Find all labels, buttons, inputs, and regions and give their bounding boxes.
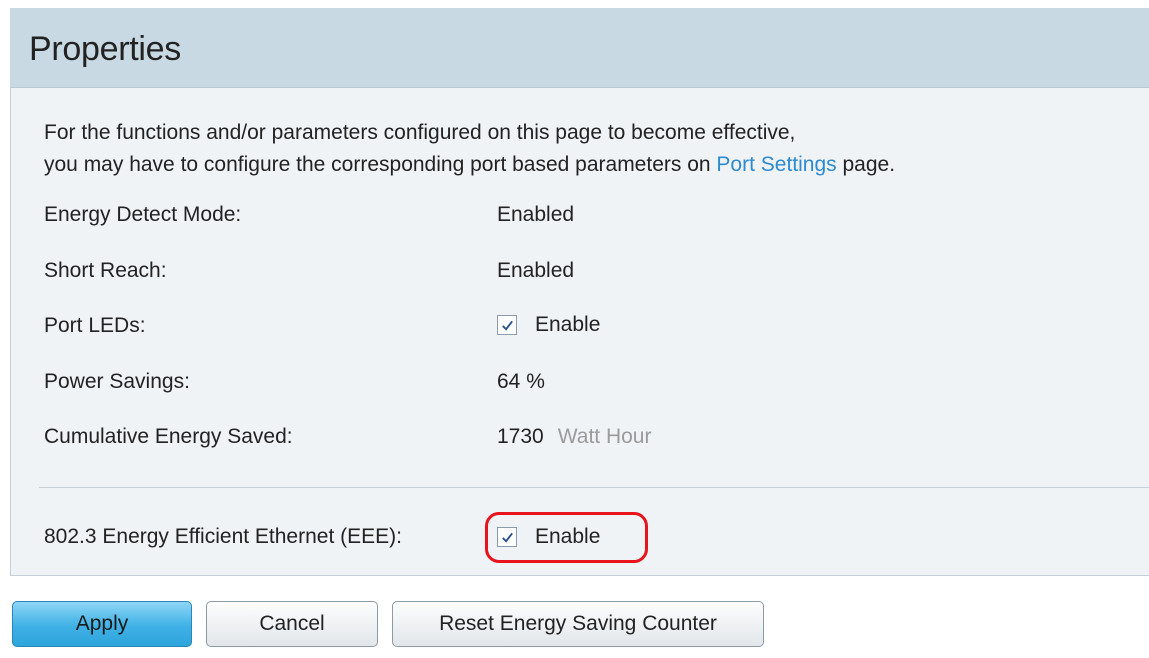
short-reach-label: Short Reach: xyxy=(44,259,167,282)
intro-text: For the functions and/or parameters conf… xyxy=(44,117,895,181)
eee-checkbox-label: Enable xyxy=(535,525,601,548)
intro-line-1: For the functions and/or parameters conf… xyxy=(44,121,796,144)
eee-label: 802.3 Energy Efficient Ethernet (EEE): xyxy=(44,525,402,548)
reset-energy-saving-counter-button[interactable]: Reset Energy Saving Counter xyxy=(392,601,764,647)
port-leds-control: Enable xyxy=(497,313,600,337)
port-settings-link[interactable]: Port Settings xyxy=(716,153,836,176)
cumulative-energy-value: 1730 xyxy=(497,425,544,448)
power-savings-value: 64 % xyxy=(497,370,545,393)
port-leds-checkbox-label: Enable xyxy=(535,313,601,336)
intro-line-2-before: you may have to configure the correspond… xyxy=(44,153,717,176)
intro-line-2-after: page. xyxy=(836,153,896,176)
properties-page: Properties For the functions and/or para… xyxy=(0,0,1149,658)
power-savings-label: Power Savings: xyxy=(44,370,190,393)
intro-line-2: you may have to configure the correspond… xyxy=(44,149,895,181)
energy-detect-mode-value: Enabled xyxy=(497,203,575,226)
cumulative-energy-unit: Watt Hour xyxy=(557,425,652,448)
checkmark-icon xyxy=(501,320,513,331)
cancel-button[interactable]: Cancel xyxy=(206,601,378,647)
section-divider xyxy=(39,487,1149,488)
port-leds-label: Port LEDs: xyxy=(44,314,146,337)
title-bar: Properties xyxy=(10,8,1149,88)
cumulative-energy-value-group: 1730 Watt Hour xyxy=(497,425,651,449)
port-leds-checkbox[interactable] xyxy=(497,315,517,335)
cumulative-energy-label: Cumulative Energy Saved: xyxy=(44,425,293,448)
energy-detect-mode-label: Energy Detect Mode: xyxy=(44,203,242,226)
short-reach-value: Enabled xyxy=(497,259,575,282)
properties-panel: For the functions and/or parameters conf… xyxy=(10,88,1149,576)
page-title: Properties xyxy=(29,30,181,68)
eee-checkbox[interactable] xyxy=(497,527,517,547)
eee-control: Enable xyxy=(497,525,600,549)
apply-button[interactable]: Apply xyxy=(12,601,192,647)
checkmark-icon xyxy=(501,532,513,543)
